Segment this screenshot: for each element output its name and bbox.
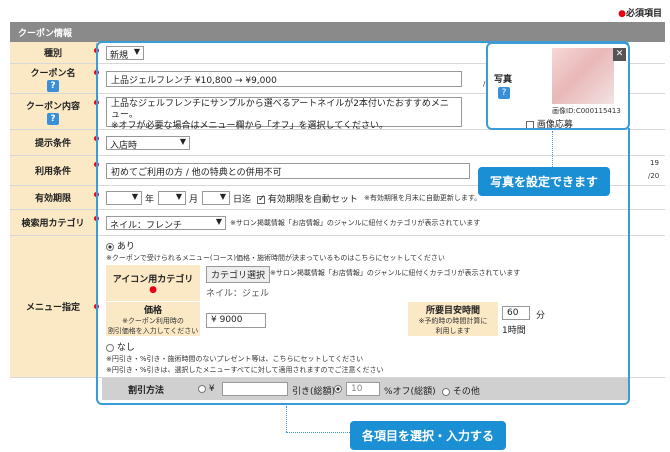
help-icon[interactable]: ? xyxy=(47,79,59,92)
type-label: 種別 xyxy=(10,42,99,63)
coupon-name-label: クーポン名? xyxy=(10,64,99,93)
usage-cond-label: 利用条件 xyxy=(10,156,99,185)
photo-callout: 写真を設定できます xyxy=(478,167,611,196)
photo-callout-line xyxy=(552,131,553,167)
fields-callout-line-h xyxy=(286,432,350,433)
fields-callout: 各項目を選択・入力する xyxy=(350,421,507,450)
usage-cond-count-max: /20 xyxy=(648,172,660,180)
usage-cond-count: 19 xyxy=(650,159,659,167)
search-category-label: 検索用カテゴリ xyxy=(10,210,99,235)
section-title: クーポン情報 xyxy=(10,22,665,42)
fields-callout-line xyxy=(286,406,287,432)
menu-label: メニュー指定 xyxy=(10,236,99,377)
expiry-label: 有効期限 xyxy=(10,186,99,209)
photo-highlight-frame xyxy=(486,42,630,130)
display-cond-label: 提示条件 xyxy=(10,130,99,155)
help-icon[interactable]: ? xyxy=(47,112,59,125)
required-note: ●必須項目 xyxy=(618,9,662,19)
coupon-content-label: クーポン内容? xyxy=(10,94,99,129)
